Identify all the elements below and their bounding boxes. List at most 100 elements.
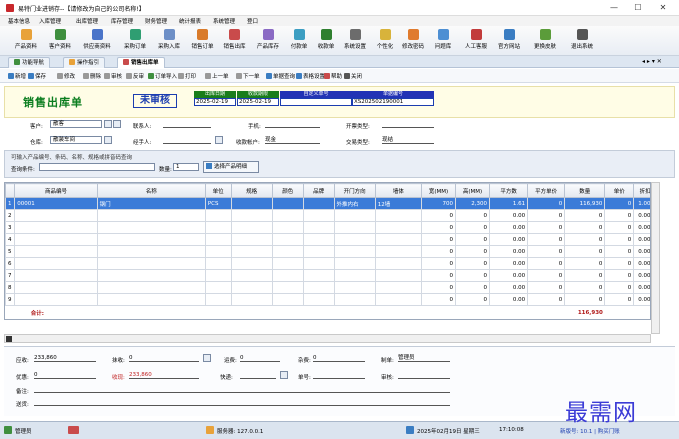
table-cell[interactable]: 0.000 — [633, 257, 650, 270]
table-cell[interactable]: 00001 — [14, 197, 98, 210]
chevron-down-icon[interactable] — [104, 136, 112, 144]
table-cell[interactable] — [302, 209, 335, 222]
table-cell[interactable] — [374, 221, 423, 234]
table-cell[interactable]: 0 — [604, 269, 635, 282]
trade-type-select[interactable]: 现结 — [382, 137, 434, 144]
table-cell[interactable]: 0 — [527, 233, 566, 246]
toolbar-button-14[interactable]: 人工客服 — [460, 28, 492, 54]
table-cell[interactable]: 0.000 — [633, 209, 650, 222]
close-button[interactable]: ✕ — [654, 2, 672, 14]
table-cell[interactable] — [96, 269, 206, 282]
table-cell[interactable]: 1 — [5, 197, 16, 210]
table-cell[interactable]: 2,300 — [455, 197, 491, 210]
table-cell[interactable]: 0 — [604, 257, 635, 270]
table-cell[interactable]: 0 — [421, 257, 457, 270]
table-cell[interactable]: 0 — [421, 269, 457, 282]
table-cell[interactable]: 0 — [564, 281, 606, 294]
table-cell[interactable] — [302, 221, 335, 234]
tracking-field[interactable] — [313, 372, 365, 379]
table-cell[interactable]: 0.00 — [489, 245, 529, 258]
table-cell[interactable]: 0.00 — [489, 221, 529, 234]
toolbar-button-1[interactable]: 客户资料 — [44, 28, 76, 54]
table-cell[interactable] — [374, 245, 423, 258]
outbound-date-field[interactable]: 2025-02-19 — [194, 98, 236, 106]
table-cell[interactable]: 2 — [5, 209, 16, 222]
table-cell[interactable]: 0 — [455, 221, 491, 234]
table-cell[interactable]: 0 — [527, 257, 566, 270]
doc-toolbar-button-8[interactable]: 上一单 — [205, 72, 229, 80]
table-cell[interactable] — [302, 233, 335, 246]
invoice-field[interactable] — [382, 121, 434, 128]
table-row[interactable]: 1 00001 钢门 PCS 外推内右 12墙 700 2,300 1.61 0 116,930 0 1… — [5, 197, 650, 210]
table-cell[interactable] — [333, 257, 376, 270]
table-row[interactable]: 9000.000000.000 — [5, 293, 650, 306]
table-cell[interactable]: 0 — [564, 221, 606, 234]
table-cell[interactable]: 0 — [421, 245, 457, 258]
quantity-input[interactable]: 1 — [173, 163, 199, 171]
toolbar-button-3[interactable]: 采购订单 — [119, 28, 151, 54]
warehouse-select[interactable]: 散装车间 — [50, 136, 102, 144]
table-cell[interactable]: 0 — [421, 281, 457, 294]
table-row[interactable]: 4000.000000.000 — [5, 233, 650, 246]
calculator-icon[interactable] — [203, 354, 211, 362]
table-cell[interactable]: 0 — [455, 257, 491, 270]
table-cell[interactable] — [302, 269, 335, 282]
table-cell[interactable] — [14, 281, 98, 294]
table-cell[interactable] — [230, 245, 273, 258]
column-header[interactable]: 单位 — [204, 183, 232, 198]
column-header[interactable]: 平方单价 — [527, 183, 566, 198]
table-row[interactable]: 6000.000000.000 — [5, 257, 650, 270]
column-header[interactable]: 墙体 — [374, 183, 423, 198]
column-header[interactable]: 商品编号 — [14, 183, 98, 198]
toolbar-button-6[interactable]: 销售出库 — [219, 28, 250, 54]
table-cell[interactable] — [96, 257, 206, 270]
table-cell[interactable]: 4 — [5, 233, 16, 246]
table-cell[interactable] — [374, 269, 423, 282]
menu-system[interactable]: 系统管理 — [213, 17, 235, 25]
table-cell[interactable] — [374, 209, 423, 222]
doc-toolbar-button-11[interactable]: 表格设置 — [296, 72, 325, 80]
table-cell[interactable]: 0 — [604, 197, 635, 210]
table-cell[interactable]: 700 — [421, 197, 457, 210]
table-cell[interactable] — [302, 281, 335, 294]
doc-toolbar-button-2[interactable]: 修改 — [57, 72, 75, 80]
table-cell[interactable] — [271, 221, 304, 234]
table-cell[interactable] — [302, 257, 335, 270]
tab-controls[interactable]: ◂ ▸ ▾ ✕ — [642, 58, 662, 65]
table-cell[interactable] — [333, 245, 376, 258]
toolbar-button-0[interactable]: 产品资料 — [11, 28, 41, 54]
toolbar-button-4[interactable]: 采购入库 — [153, 28, 185, 54]
table-cell[interactable] — [230, 209, 273, 222]
table-cell[interactable]: 0 — [455, 269, 491, 282]
table-cell[interactable] — [14, 209, 98, 222]
maximize-button[interactable]: ☐ — [629, 2, 647, 14]
table-cell[interactable]: 0 — [527, 281, 566, 294]
handler-field[interactable] — [163, 137, 211, 144]
table-cell[interactable]: 8 — [5, 281, 16, 294]
toolbar-button-8[interactable]: 付款单 — [286, 28, 312, 54]
table-cell[interactable] — [230, 197, 273, 210]
column-header[interactable]: 折扣 — [633, 183, 650, 198]
table-cell[interactable] — [333, 269, 376, 282]
table-cell[interactable]: 116,930 — [564, 197, 606, 210]
column-header[interactable]: 平方数 — [489, 183, 529, 198]
search-input[interactable] — [39, 163, 155, 171]
table-cell[interactable]: 9 — [5, 293, 16, 306]
table-cell[interactable]: 0 — [421, 209, 457, 222]
menu-outbound[interactable]: 出库管理 — [76, 17, 98, 25]
column-header[interactable]: 名称 — [96, 183, 206, 198]
table-cell[interactable] — [271, 269, 304, 282]
table-cell[interactable]: 0 — [604, 233, 635, 246]
table-cell[interactable]: 0 — [604, 209, 635, 222]
table-cell[interactable]: 1.61 — [489, 197, 529, 210]
table-cell[interactable] — [302, 245, 335, 258]
table-cell[interactable]: 0 — [527, 293, 566, 306]
table-cell[interactable] — [271, 197, 304, 210]
menu-inventory[interactable]: 库存管理 — [111, 17, 133, 25]
doc-toolbar-button-4[interactable]: 审核 — [104, 72, 122, 80]
table-cell[interactable]: 0 — [455, 281, 491, 294]
toolbar-button-16[interactable]: 更换皮肤 — [527, 28, 563, 54]
minimize-button[interactable]: — — [605, 2, 623, 14]
table-cell[interactable] — [302, 293, 335, 306]
tab-sales-outbound[interactable]: 销售出库单 — [117, 57, 165, 68]
